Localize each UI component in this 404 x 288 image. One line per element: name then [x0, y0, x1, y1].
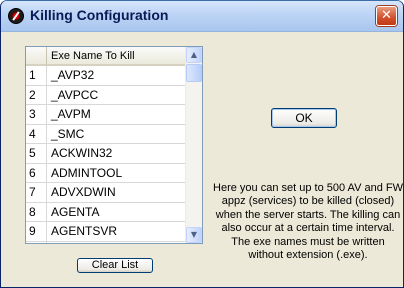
- table-row[interactable]: 10ALERTSVC: [26, 241, 186, 243]
- scroll-thumb[interactable]: [186, 64, 202, 82]
- row-number-cell: 10: [26, 241, 47, 243]
- row-number-cell: 4: [26, 124, 47, 144]
- exe-name-cell[interactable]: AGENTSVR: [47, 222, 186, 242]
- exe-name-header[interactable]: Exe Name To Kill: [47, 47, 186, 66]
- exe-name-cell[interactable]: ADVXDWIN: [47, 183, 186, 203]
- clear-list-button[interactable]: Clear List: [77, 258, 153, 273]
- row-number-cell: 8: [26, 202, 47, 222]
- row-number-cell: 2: [26, 85, 47, 105]
- exe-name-cell[interactable]: ADMINTOOL: [47, 163, 186, 183]
- grid-rows: 1 _AVP32 2 _AVPCC 3 _AVPM 4 _SMC 5 ACKWIN32 6 ADMIN…: [26, 66, 186, 243]
- table-row[interactable]: 6 ADMINTOOL: [26, 163, 186, 183]
- exe-name-cell[interactable]: AGENTA: [47, 202, 186, 222]
- scroll-up-button[interactable]: ▲: [186, 47, 202, 63]
- scroll-down-button[interactable]: ▼: [186, 227, 202, 243]
- table-row[interactable]: 4 _SMC: [26, 124, 186, 144]
- exe-kill-grid[interactable]: Exe Name To Kill 1 _AVP32 2 _AVPCC 3 _AVPM 4 _S…: [25, 46, 203, 244]
- dialog-body: Exe Name To Kill 1 _AVP32 2 _AVPCC 3 _AVPM 4 _S…: [1, 32, 403, 287]
- row-number-cell: 9: [26, 222, 47, 242]
- table-row[interactable]: 1 _AVP32: [26, 66, 186, 86]
- exe-name-cell[interactable]: _SMC: [47, 124, 186, 144]
- table-row[interactable]: 8 AGENTA: [26, 202, 186, 222]
- close-button[interactable]: ✕: [376, 6, 397, 26]
- exe-name-cell[interactable]: _AVP32: [47, 66, 186, 86]
- exe-name-cell[interactable]: ACKWIN32: [47, 144, 186, 164]
- ok-button[interactable]: OK: [271, 108, 337, 128]
- table-row[interactable]: 9 AGENTSVR: [26, 222, 186, 242]
- grid-vertical-scrollbar[interactable]: ▲ ▼: [185, 47, 202, 243]
- table-row[interactable]: 7 ADVXDWIN: [26, 183, 186, 203]
- close-icon: ✕: [381, 8, 392, 23]
- table-row[interactable]: 5 ACKWIN32: [26, 144, 186, 164]
- table-row[interactable]: 2 _AVPCC: [26, 85, 186, 105]
- exe-name-cell[interactable]: _AVPCC: [47, 85, 186, 105]
- arrow-up-icon: ▲: [190, 50, 198, 59]
- row-number-header: [26, 47, 47, 66]
- row-number-cell: 6: [26, 163, 47, 183]
- grid-header: Exe Name To Kill: [26, 47, 186, 66]
- row-number-cell: 1: [26, 66, 47, 86]
- row-number-cell: 3: [26, 105, 47, 125]
- arrow-down-icon: ▼: [190, 230, 198, 239]
- row-number-cell: 7: [26, 183, 47, 203]
- killing-configuration-window: Killing Configuration ✕ Exe Name To Kill…: [0, 0, 404, 288]
- window-title: Killing Configuration: [30, 7, 169, 23]
- exe-name-cell[interactable]: ALERTSVC: [47, 241, 186, 243]
- exe-name-cell[interactable]: _AVPM: [47, 105, 186, 125]
- table-row[interactable]: 3 _AVPM: [26, 105, 186, 125]
- row-number-cell: 5: [26, 144, 47, 164]
- title-bar[interactable]: Killing Configuration ✕: [1, 1, 403, 32]
- help-text: Here you can set up to 500 AV and FW app…: [213, 182, 403, 262]
- app-icon: [8, 8, 24, 24]
